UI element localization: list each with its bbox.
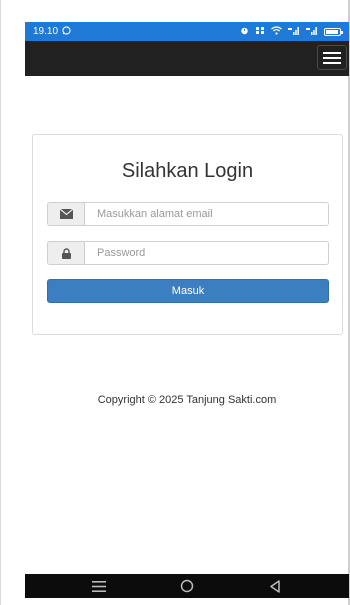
login-button[interactable]: Masuk [47, 279, 329, 303]
envelope-icon [48, 203, 85, 225]
back-icon[interactable] [255, 576, 295, 596]
status-left: 19.10 [33, 26, 71, 37]
login-card: Silahkan Login Masuk [32, 134, 343, 335]
hamburger-menu-icon[interactable] [317, 45, 347, 70]
recent-apps-icon[interactable] [79, 576, 119, 596]
copyright-text: Copyright © 2025 Tanjung Sakti.com [97, 394, 277, 406]
phone-screen: 19.10 Silahkan Login Masukkan alamat ema… [0, 0, 350, 605]
password-field[interactable] [85, 242, 328, 264]
android-nav-bar [25, 574, 349, 598]
top-navbar [25, 41, 349, 76]
whatsapp-icon [62, 26, 71, 37]
data-speed-icon [255, 26, 265, 37]
lock-icon [48, 242, 85, 264]
signal-icon [288, 26, 300, 37]
page-title: Silahkan Login [121, 160, 254, 182]
alarm-icon [240, 26, 249, 37]
email-field[interactable] [85, 203, 328, 225]
email-input-group [47, 202, 329, 226]
password-input-group [47, 241, 329, 265]
status-time: 19.10 [33, 26, 59, 37]
status-right [240, 26, 343, 37]
status-bar: 19.10 [25, 22, 349, 41]
wifi-icon [271, 26, 282, 37]
home-icon[interactable] [167, 576, 207, 596]
battery-icon [324, 27, 343, 36]
signal-icon-2 [306, 26, 318, 37]
